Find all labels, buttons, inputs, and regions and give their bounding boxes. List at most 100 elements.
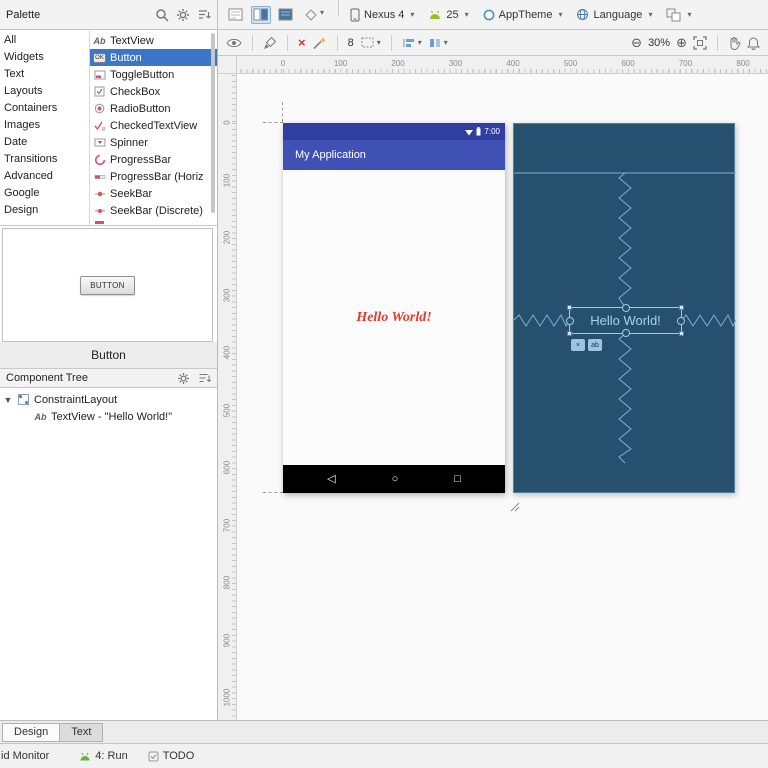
language-selector[interactable]: Language ▾ — [569, 0, 659, 29]
palette-item-progressbar-horizontal[interactable]: ProgressBar (Horiz — [90, 168, 217, 185]
ruler-mark: 800 — [736, 59, 750, 68]
sort-options-icon[interactable] — [197, 8, 211, 21]
theme-selector[interactable]: AppTheme ▾ — [476, 0, 570, 29]
design-mode-button[interactable] — [226, 6, 246, 24]
zoom-out-button[interactable]: ⊖ — [631, 35, 642, 51]
android-monitor-toolwindow[interactable]: id Monitor — [1, 750, 49, 762]
palette-item-checkbox[interactable]: CheckBox — [90, 83, 217, 100]
palette-item-progressbar[interactable]: ProgressBar — [90, 151, 217, 168]
checkbox-icon — [93, 85, 106, 98]
show-constraints-eye-icon[interactable] — [226, 37, 242, 49]
size-mode-chip[interactable]: × — [571, 339, 585, 351]
togglebutton-icon — [93, 68, 106, 81]
palette-item-partial[interactable] — [90, 219, 217, 224]
palette-category-all[interactable]: All — [0, 32, 89, 49]
zoom-in-button[interactable]: ⊕ — [676, 35, 687, 51]
pack-align-icon[interactable]: ▾ — [402, 37, 422, 49]
design-surface[interactable]: 7:00 My Application Hello World! ◁ ○ □ — [283, 123, 505, 493]
blueprint-mode-button[interactable] — [276, 6, 296, 24]
ruler-mark: 400 — [222, 345, 232, 360]
caret-icon: ▾ — [410, 10, 415, 19]
palette-category-widgets[interactable]: Widgets — [0, 49, 89, 66]
tree-item-label: TextView - "Hello World!" — [51, 410, 173, 423]
android-monitor-label: id Monitor — [1, 750, 50, 762]
default-margin-icon[interactable]: ▾ — [360, 36, 381, 49]
palette-category-advanced[interactable]: Advanced — [0, 168, 89, 185]
ruler-mark: 200 — [222, 230, 232, 245]
default-margin-value[interactable]: 8 — [348, 37, 354, 49]
palette-item-spinner[interactable]: Spinner — [90, 134, 217, 151]
palette-item-seekbar[interactable]: SeekBar — [90, 185, 217, 202]
design-blueprint-mode-button[interactable] — [251, 5, 271, 24]
palette-category-transitions[interactable]: Transitions — [0, 151, 89, 168]
palette-category-design[interactable]: Design — [0, 202, 89, 219]
palette-category-text[interactable]: Text — [0, 66, 89, 83]
zoom-fit-icon[interactable] — [693, 35, 707, 50]
tree-item-constraintlayout[interactable]: ▼ ConstraintLayout — [0, 391, 217, 408]
palette-item-radiobutton[interactable]: RadioButton — [90, 100, 217, 117]
todo-toolwindow[interactable]: TODO — [148, 750, 194, 762]
zoom-level: 30% — [648, 36, 671, 49]
palette-item-label: CheckBox — [110, 85, 161, 98]
palette-item-button[interactable]: OK Button — [90, 49, 217, 66]
constraint-anchor[interactable] — [621, 304, 630, 312]
clear-constraints-brush-icon[interactable] — [263, 36, 277, 50]
run-label: 4: Run — [95, 750, 128, 762]
blueprint-textview[interactable]: Hello World! — [566, 304, 685, 337]
nav-recents-icon: □ — [454, 472, 461, 485]
tab-text[interactable]: Text — [60, 722, 104, 742]
palette-item-checkedtextview[interactable]: CheckedTextView — [90, 117, 217, 134]
tab-design[interactable]: Design — [2, 722, 61, 742]
ruler-mark: 500 — [563, 59, 578, 68]
component-preview-area: BUTTON — [2, 228, 213, 342]
constraint-anchor[interactable] — [677, 316, 685, 325]
palette-item-seekbar-discrete[interactable]: SeekBar (Discrete) — [90, 202, 217, 219]
caret-icon: ▾ — [558, 10, 563, 19]
design-canvas[interactable]: 7:00 My Application Hello World! ◁ ○ □ H… — [237, 74, 768, 720]
ruler-mark: 300 — [222, 288, 232, 302]
button-preview: BUTTON — [80, 275, 135, 295]
baseline-chip[interactable]: ab — [588, 339, 602, 351]
pan-hand-icon[interactable] — [728, 36, 741, 50]
sort-options-icon[interactable] — [198, 372, 211, 384]
palette-category-containers[interactable]: Containers — [0, 100, 89, 117]
palette-category-layouts[interactable]: Layouts — [0, 83, 89, 100]
resize-corner-handle[interactable] — [679, 305, 684, 310]
collapse-arrow-icon[interactable]: ▼ — [3, 395, 13, 405]
constraint-anchor[interactable] — [621, 329, 630, 337]
run-toolwindow[interactable]: 4: Run — [79, 750, 128, 762]
canvas-resize-handle[interactable] — [508, 500, 520, 512]
search-icon[interactable] — [155, 8, 169, 22]
resize-corner-handle[interactable] — [567, 305, 572, 310]
blueprint-surface[interactable]: Hello World! × ab — [513, 123, 736, 493]
ruler-mark: 100 — [222, 173, 232, 187]
api-level-selector[interactable]: 25 ▾ — [421, 0, 475, 29]
guidelines-icon[interactable]: ▾ — [428, 37, 448, 49]
selection-dash — [263, 122, 283, 123]
mock-status-time: 7:00 — [484, 127, 500, 136]
palette-panel: All Widgets Text Layouts Containers Imag… — [0, 30, 217, 226]
infer-constraints-wand-icon[interactable] — [312, 36, 327, 50]
gear-icon[interactable] — [177, 372, 190, 385]
palette-item-togglebutton[interactable]: ToggleButton — [90, 66, 217, 83]
partial-item-icon — [93, 219, 106, 224]
layout-variant-selector[interactable]: ▾ — [659, 0, 698, 29]
resize-corner-handle[interactable] — [567, 331, 572, 336]
ruler-mark: 600 — [621, 59, 635, 68]
resize-corner-handle[interactable] — [679, 331, 684, 336]
palette-item-label: ToggleButton — [110, 68, 175, 81]
constraint-anchor[interactable] — [566, 316, 574, 325]
palette-category-google[interactable]: Google — [0, 185, 89, 202]
palette-category-images[interactable]: Images — [0, 117, 89, 134]
tree-item-textview[interactable]: Ab TextView - "Hello World!" — [0, 408, 217, 425]
device-selector[interactable]: Nexus 4 ▾ — [343, 0, 421, 29]
orientation-button[interactable]: ▾ — [301, 6, 326, 24]
hello-world-textview[interactable]: Hello World! — [356, 310, 431, 326]
notifications-bell-icon[interactable] — [747, 36, 760, 50]
gear-icon[interactable] — [176, 8, 190, 22]
api-level-label: 25 — [446, 8, 459, 21]
palette-scrollbar[interactable] — [211, 33, 215, 213]
palette-category-date[interactable]: Date — [0, 134, 89, 151]
palette-item-textview[interactable]: Ab TextView — [90, 32, 217, 49]
autoconnect-off-icon[interactable]: × — [298, 35, 306, 50]
